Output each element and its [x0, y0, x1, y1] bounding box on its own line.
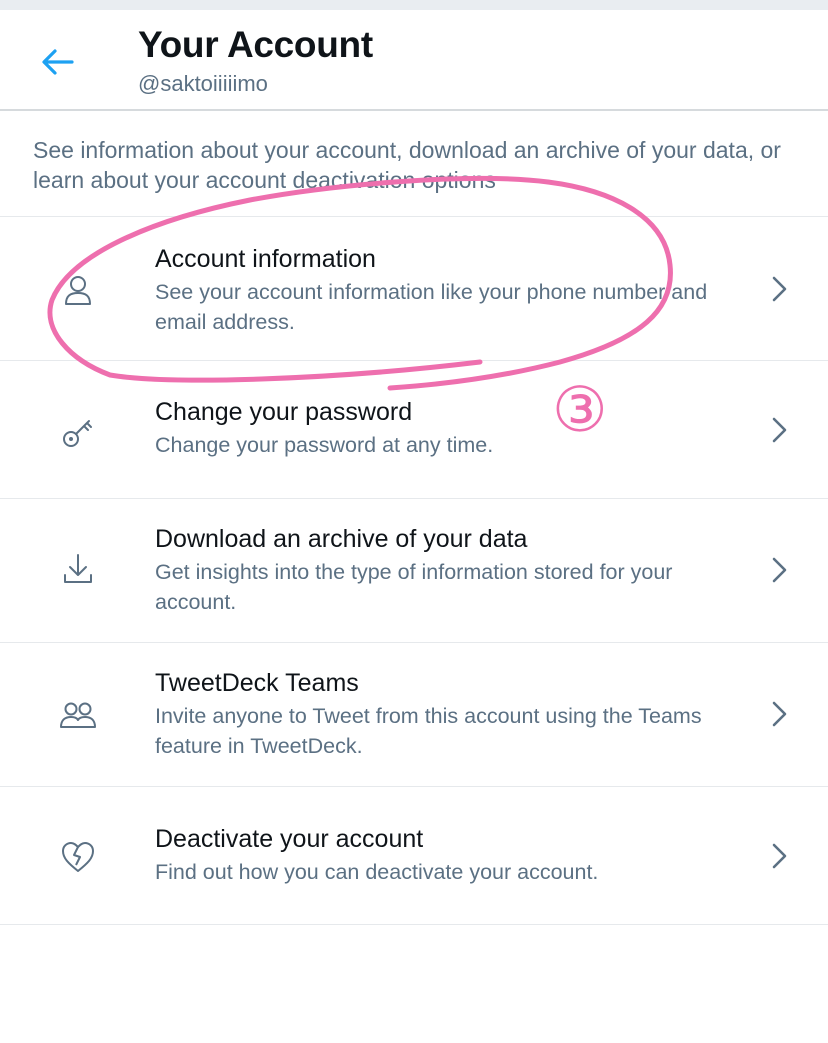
key-icon — [58, 412, 98, 452]
person-icon — [58, 271, 98, 311]
download-archive-row[interactable]: Download an archive of your data Get ins… — [0, 499, 828, 643]
chevron-right-icon — [764, 550, 794, 590]
account-handle: @saktoiiiiimo — [138, 71, 268, 96]
row-label: Account information — [155, 245, 376, 273]
change-password-row[interactable]: Change your password Change your passwor… — [0, 360, 828, 499]
deactivate-account-row[interactable]: Deactivate your account Find out how you… — [0, 787, 828, 925]
people-icon — [58, 695, 98, 735]
row-description: See your account information like your p… — [155, 280, 708, 334]
download-icon — [58, 549, 98, 589]
page-title: Your Account — [138, 24, 373, 65]
annotation-marker: ③ — [552, 373, 608, 446]
chevron-right-icon — [764, 410, 794, 450]
row-label: TweetDeck Teams — [155, 669, 359, 697]
row-description: Get insights into the type of informatio… — [155, 560, 673, 614]
row-label: Deactivate your account — [155, 825, 424, 853]
chevron-right-icon — [764, 694, 794, 734]
back-button[interactable] — [36, 40, 80, 84]
status-strip — [0, 0, 828, 10]
row-description: Invite anyone to Tweet from this account… — [155, 704, 702, 758]
row-description: Change your password at any time. — [155, 433, 494, 457]
row-label: Download an archive of your data — [155, 525, 528, 553]
row-description: Find out how you can deactivate your acc… — [155, 860, 599, 884]
account-information-row[interactable]: Account information See your account inf… — [0, 216, 828, 361]
page-header: Your Account @saktoiiiiimo — [0, 10, 828, 111]
broken-heart-icon — [58, 837, 98, 877]
chevron-right-icon — [764, 836, 794, 876]
row-label: Change your password — [155, 398, 413, 426]
intro-text: See information about your account, down… — [33, 137, 781, 193]
arrow-left-icon — [42, 49, 74, 75]
tweetdeck-teams-row[interactable]: TweetDeck Teams Invite anyone to Tweet f… — [0, 643, 828, 787]
chevron-right-icon — [764, 269, 794, 309]
